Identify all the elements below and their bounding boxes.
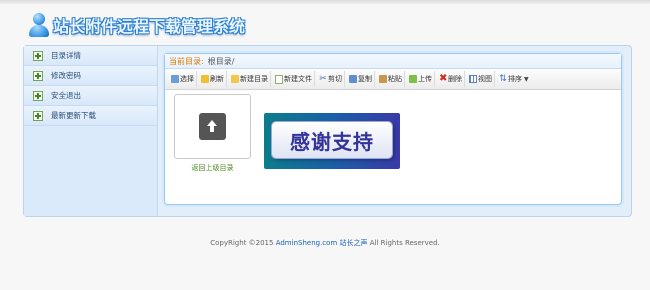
footer-site-link[interactable]: AdminSheng.com xyxy=(276,239,338,247)
select-icon xyxy=(171,75,179,83)
rights-text: All Rights Reserved. xyxy=(369,239,440,247)
app-title: 站长附件远程下载管理系统 xyxy=(53,17,246,36)
copy-label: 复制 xyxy=(358,75,372,83)
sidebar-item-label: 安全退出 xyxy=(51,91,81,100)
upload-button[interactable]: 上传 xyxy=(407,71,435,87)
current-directory-label: 当前目录: xyxy=(169,56,204,66)
parent-directory-label[interactable]: 返回上级目录 xyxy=(174,163,251,173)
paste-icon xyxy=(379,75,387,83)
sidebar-item-label: 修改密码 xyxy=(51,71,81,80)
delete-label: 删除 xyxy=(448,75,462,83)
top-strip xyxy=(0,0,650,4)
thanks-banner: 感谢支持 xyxy=(264,113,400,169)
refresh-button[interactable]: 刷新 xyxy=(199,71,227,87)
copy-icon xyxy=(349,75,357,83)
plus-icon xyxy=(33,70,43,81)
select-button[interactable]: 选择 xyxy=(169,71,197,87)
delete-button[interactable]: ✖ 删除 xyxy=(437,71,465,87)
footer-site-name-link[interactable]: 站长之声 xyxy=(340,239,368,247)
file-manager-panel: 当前目录: 根目录/ 选择 刷新 新建目录 新建文件 ✂ 剪切 复制 粘贴 上传… xyxy=(164,53,622,205)
main-container: 目录详情 修改密码 安全退出 最新更新下载 当前目录: 根目录/ 选择 刷新 新… xyxy=(23,45,632,217)
sidebar-item-latest-downloads[interactable]: 最新更新下载 xyxy=(24,106,157,126)
sidebar: 目录详情 修改密码 安全退出 最新更新下载 xyxy=(24,46,158,216)
new-file-icon xyxy=(275,74,283,84)
toolbar: 选择 刷新 新建目录 新建文件 ✂ 剪切 复制 粘贴 上传 ✖ 删除 视图 ⇅ … xyxy=(165,69,621,90)
upload-icon xyxy=(409,75,417,83)
delete-icon: ✖ xyxy=(439,73,448,84)
thanks-banner-text: 感谢支持 xyxy=(290,129,374,154)
sidebar-item-logout[interactable]: 安全退出 xyxy=(24,86,157,106)
refresh-icon xyxy=(201,75,209,83)
up-arrow-icon xyxy=(199,113,226,140)
view-button[interactable]: 视图 xyxy=(467,71,495,87)
new-folder-button[interactable]: 新建目录 xyxy=(229,71,271,87)
sidebar-item-label: 目录详情 xyxy=(51,51,81,60)
sort-icon: ⇅ xyxy=(499,74,507,84)
view-icon xyxy=(469,75,477,83)
view-label: 视图 xyxy=(478,75,492,83)
upload-label: 上传 xyxy=(418,75,432,83)
sort-label: 排序 xyxy=(508,75,522,83)
cut-icon: ✂ xyxy=(319,74,327,84)
plus-icon xyxy=(33,90,43,101)
new-folder-label: 新建目录 xyxy=(240,75,268,83)
breadcrumb: 当前目录: 根目录/ xyxy=(165,54,621,69)
cut-button[interactable]: ✂ 剪切 xyxy=(317,71,345,87)
paste-button[interactable]: 粘贴 xyxy=(377,71,405,87)
new-file-label: 新建文件 xyxy=(284,75,312,83)
new-folder-icon xyxy=(231,75,239,83)
chevron-down-icon: ▼ xyxy=(524,75,529,83)
thanks-banner-panel: 感谢支持 xyxy=(272,122,392,158)
plus-icon xyxy=(33,110,43,121)
app-header: 站长附件远程下载管理系统 xyxy=(28,11,245,39)
sidebar-item-change-password[interactable]: 修改密码 xyxy=(24,66,157,86)
copy-button[interactable]: 复制 xyxy=(347,71,375,87)
current-directory-path: 根目录/ xyxy=(207,56,235,66)
sort-dropdown[interactable]: ⇅ 排序 ▼ xyxy=(497,71,531,87)
plus-icon xyxy=(33,50,43,61)
footer: CopyRight ©2015 AdminSheng.com 站长之声 All … xyxy=(0,238,650,248)
copyright-text: CopyRight ©2015 xyxy=(210,239,274,247)
sidebar-item-label: 最新更新下载 xyxy=(51,111,96,120)
refresh-label: 刷新 xyxy=(210,75,224,83)
new-file-button[interactable]: 新建文件 xyxy=(273,71,315,87)
sidebar-item-directory-details[interactable]: 目录详情 xyxy=(24,46,157,66)
parent-directory-item[interactable] xyxy=(174,94,251,159)
file-list-area: 返回上级目录 感谢支持 xyxy=(165,90,621,200)
paste-label: 粘贴 xyxy=(388,75,402,83)
cut-label: 剪切 xyxy=(328,75,342,83)
select-label: 选择 xyxy=(180,75,194,83)
user-icon xyxy=(28,12,50,38)
